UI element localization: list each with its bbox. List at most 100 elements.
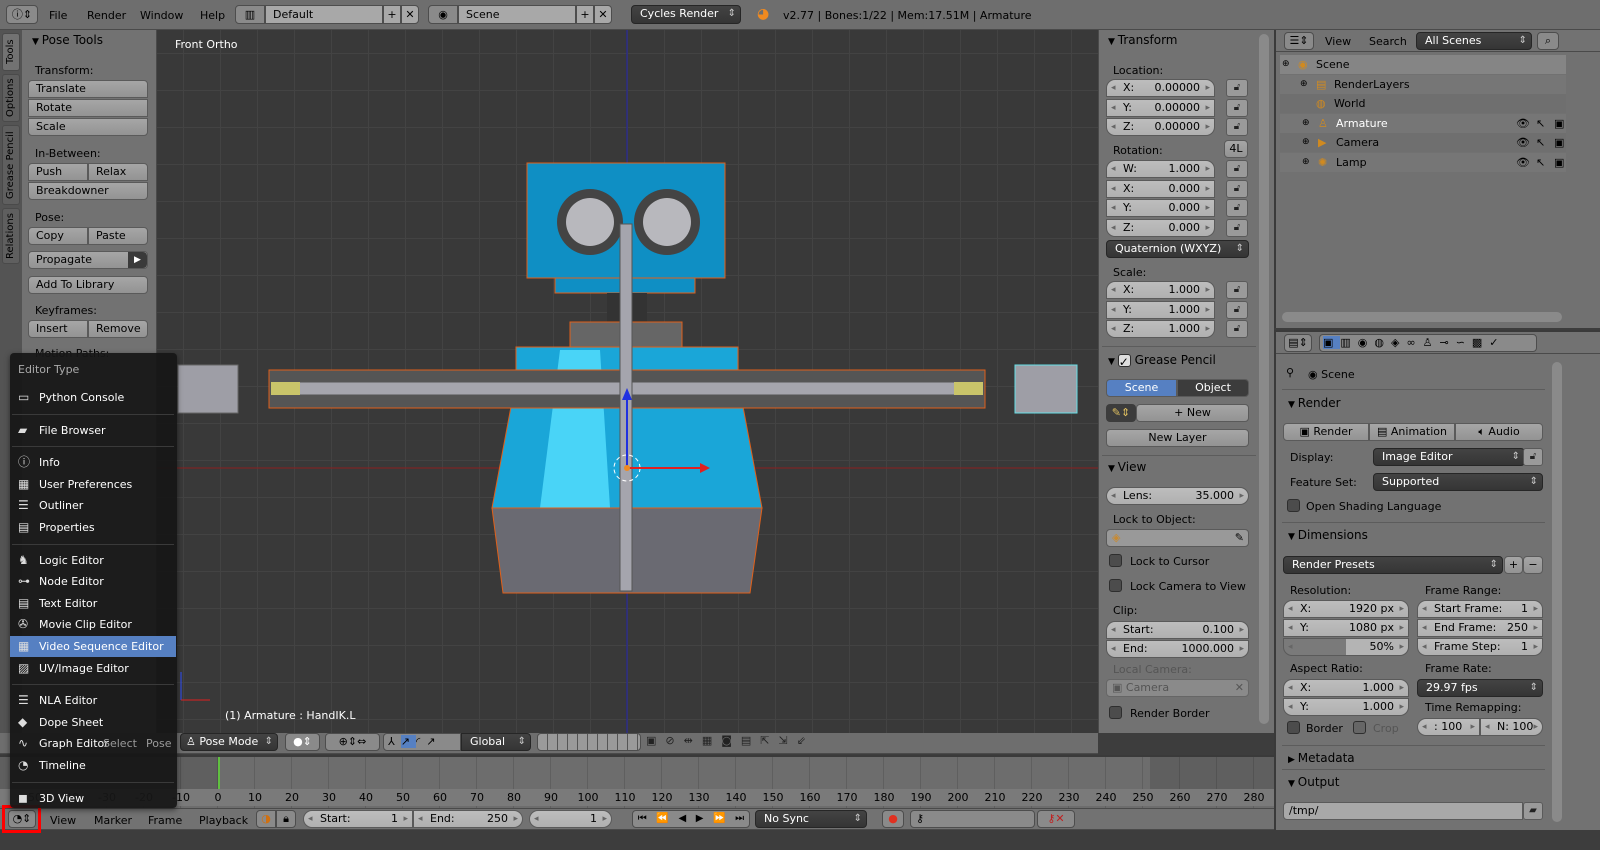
info-editor-icon[interactable]: ⓘ⇕	[6, 5, 38, 24]
editor-type-nla-editor[interactable]: ☰ NLA Editor	[10, 690, 176, 711]
add-to-library-button[interactable]: Add To Library	[28, 276, 148, 294]
preset-add-button[interactable]: +	[1504, 556, 1523, 574]
tab-options[interactable]: Options	[2, 74, 20, 122]
resolution-percentage-slider[interactable]: 50%	[1283, 638, 1409, 656]
lock-icon[interactable]: 🔓︎	[1226, 300, 1248, 319]
editor-type-node-editor[interactable]: ⊶ Node Editor	[10, 571, 176, 592]
gp-scene-tab[interactable]: Scene	[1106, 379, 1177, 397]
outliner-row[interactable]: ⊕ ▤ RenderLayers	[1280, 74, 1566, 94]
rotation-x-field[interactable]: X: 0.000	[1106, 179, 1215, 198]
properties-scrollbar[interactable]	[1552, 362, 1562, 822]
transform-panel-header[interactable]: Transform	[1108, 33, 1178, 47]
lock-icon[interactable]: 🔓︎	[1226, 320, 1248, 338]
play-reverse-icon[interactable]: ◀	[678, 811, 686, 827]
lock-camera-checkbox[interactable]	[1109, 579, 1122, 592]
viewport-shading-dropdown[interactable]: ●⇕	[285, 733, 320, 751]
visibility-eye-icon[interactable]: 👁︎	[1516, 153, 1530, 172]
eyedropper-icon[interactable]: ✎	[1235, 530, 1244, 546]
resolution-x-field[interactable]: X: 1920 px	[1283, 600, 1409, 618]
grease-pencil-checkbox[interactable]: ✓	[1117, 354, 1131, 369]
scale-y-field[interactable]: Y: 1.000	[1106, 300, 1215, 319]
layout-add-button[interactable]: +	[383, 5, 401, 24]
gp-pencil-icon[interactable]: ✎⇕	[1106, 404, 1136, 422]
output-path-field[interactable]: /tmp/	[1283, 802, 1523, 820]
menu-file[interactable]: File	[49, 9, 67, 22]
layer-buttons[interactable]	[537, 733, 641, 751]
outliner-row[interactable]: ⊕ ✺ Lamp 👁︎ ↖ ▣	[1280, 153, 1566, 172]
editor-type-uv-image-editor[interactable]: ▨ UV/Image Editor	[10, 658, 176, 679]
start-frame-timeline-field[interactable]: Start: 1	[303, 810, 413, 828]
resolution-y-field[interactable]: Y: 1080 px	[1283, 619, 1409, 637]
scale-z-field[interactable]: Z: 1.000	[1106, 320, 1215, 338]
end-frame-field[interactable]: End Frame: 250	[1417, 619, 1543, 637]
editor-type-logic-editor[interactable]: ♞ Logic Editor	[10, 550, 176, 571]
rotation-z-field[interactable]: Z: 0.000	[1106, 218, 1215, 237]
visibility-eye-icon[interactable]: 👁︎	[1516, 133, 1530, 152]
menu-help[interactable]: Help	[200, 9, 225, 22]
rotate-button[interactable]: Rotate	[28, 99, 148, 117]
layout-delete-button[interactable]: ✕	[401, 5, 419, 24]
render-panel-header[interactable]: Render	[1288, 396, 1341, 410]
lens-field[interactable]: Lens: 35.000	[1106, 487, 1249, 505]
editor-type-text-editor[interactable]: ▤ Text Editor	[10, 593, 176, 614]
next-keyframe-icon[interactable]: ⏩	[713, 811, 725, 827]
renderable-camera-icon[interactable]: ▣	[1554, 153, 1564, 172]
frame-step-field[interactable]: Frame Step: 1	[1417, 638, 1543, 656]
timeline-menu-marker[interactable]: Marker	[94, 814, 132, 827]
crop-checkbox[interactable]	[1353, 721, 1366, 734]
lock-icon[interactable]: 🔓︎	[1226, 118, 1248, 136]
editor-type-properties[interactable]: ▤ Properties	[10, 517, 176, 538]
jump-end-icon[interactable]: ⏭	[735, 811, 744, 827]
push-button[interactable]: Push	[28, 163, 88, 181]
location-z-field[interactable]: Z: 0.00000	[1106, 118, 1215, 136]
frame-rate-dropdown[interactable]: 29.97 fps	[1417, 679, 1543, 697]
gp-new-button[interactable]: + New	[1136, 404, 1249, 422]
outliner-row[interactable]: ⊕ ▶ Camera 👁︎ ↖ ▣	[1280, 133, 1566, 153]
lock-icon[interactable]: 🔓︎	[1226, 160, 1248, 178]
translate-button[interactable]: Translate	[28, 80, 148, 98]
rotation-y-field[interactable]: Y: 0.000	[1106, 199, 1215, 217]
play-icon[interactable]: ▶	[696, 811, 704, 827]
outliner-menu-search[interactable]: Search	[1369, 35, 1407, 48]
lock-icon[interactable]: 🔓︎	[1226, 179, 1248, 198]
editor-type-user-preferences[interactable]: ▦ User Preferences	[10, 474, 176, 495]
scale-x-field[interactable]: X: 1.000	[1106, 281, 1215, 299]
expand-icon[interactable]: ⊕	[1302, 114, 1310, 133]
scene-delete-button[interactable]: ✕	[594, 5, 612, 24]
render-presets-dropdown[interactable]: Render Presets	[1283, 556, 1503, 574]
n-panel-scrollbar[interactable]	[1259, 34, 1269, 724]
display-dropdown[interactable]: Image Editor	[1373, 448, 1525, 466]
robot-model[interactable]	[157, 30, 1098, 733]
scene-add-button[interactable]: +	[576, 5, 594, 24]
editor-type-info[interactable]: ⓘ Info	[10, 452, 176, 473]
timeline-ruler[interactable]	[0, 789, 1274, 806]
breakdowner-button[interactable]: Breakdowner	[28, 182, 148, 200]
outliner-row[interactable]: ⊕ ◉ Scene	[1280, 55, 1566, 74]
editor-type-file-browser[interactable]: ▰ File Browser	[10, 420, 176, 441]
keying-set-field[interactable]: ⚷	[910, 810, 1035, 828]
outliner-menu-view[interactable]: View	[1325, 35, 1351, 48]
renderable-camera-icon[interactable]: ▣	[1554, 133, 1564, 152]
properties-context-tabs[interactable]: ▣▥◉◍◈∞♙⊸∽▩✓	[1319, 334, 1537, 352]
editor-type-movie-clip-editor[interactable]: ✇ Movie Clip Editor	[10, 614, 176, 635]
jump-start-icon[interactable]: ⏮	[638, 811, 647, 827]
mode-dropdown[interactable]: ♙ Pose Mode	[180, 733, 278, 751]
local-camera-field[interactable]: ▣ Camera ✕	[1106, 679, 1249, 697]
editor-type-timeline[interactable]: ◔ Timeline	[10, 755, 176, 776]
timeline-menu-frame[interactable]: Frame	[148, 814, 182, 827]
lock-icon[interactable]: 🔓︎	[1226, 199, 1248, 217]
expand-icon[interactable]: ⊕	[1282, 55, 1290, 74]
insert-keyframe-button[interactable]: Insert	[28, 320, 88, 338]
location-y-field[interactable]: Y: 0.00000	[1106, 98, 1215, 117]
lock-icon[interactable]: 🔓︎	[1226, 218, 1248, 237]
audio-button[interactable]: 🔈︎ Audio	[1455, 423, 1543, 441]
aspect-x-field[interactable]: X: 1.000	[1283, 679, 1409, 697]
time-remap-old-field[interactable]: : 100	[1417, 718, 1480, 736]
copy-button[interactable]: Copy	[28, 227, 88, 245]
end-frame-timeline-field[interactable]: End: 250	[413, 810, 523, 828]
snap-and-render-icons[interactable]: ▣⊘⇹▦◙▤⇱⇲⇙	[646, 733, 851, 751]
lock-to-object-field[interactable]: ◈ ✎	[1106, 529, 1249, 547]
clear-icon[interactable]: ✕	[1235, 680, 1244, 696]
editor-type-video-sequence-editor[interactable]: ▦ Video Sequence Editor	[10, 636, 176, 657]
tab-tools[interactable]: Tools	[2, 33, 20, 71]
